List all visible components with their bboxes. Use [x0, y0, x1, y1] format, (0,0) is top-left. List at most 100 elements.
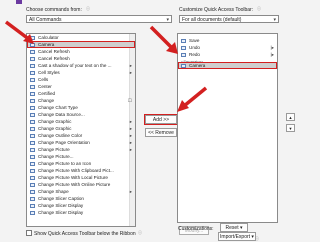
list-item[interactable]: Cast a shadow of your text on the ... ▸	[27, 62, 135, 69]
list-item-label: Cast a shadow of your text on the ...	[38, 63, 112, 68]
list-item[interactable]: Change Graphic ▸	[27, 125, 135, 132]
list-item[interactable]: Center	[27, 83, 135, 90]
list-item[interactable]: Cells	[27, 76, 135, 83]
list-item[interactable]: Change Picture to an Icon	[27, 160, 135, 167]
command-icon	[30, 168, 35, 173]
submenu-indicator-icon: ▸	[129, 189, 132, 194]
submenu-indicator-icon: ▸	[129, 63, 132, 68]
command-icon	[30, 133, 35, 138]
command-icon	[30, 147, 35, 152]
list-item[interactable]: Cell Styles ▸	[27, 69, 135, 76]
list-item[interactable]: Change Slicer Display	[27, 209, 135, 216]
command-icon	[30, 126, 35, 131]
list-item[interactable]: Change Slicer Caption	[27, 195, 135, 202]
info-icon: ⓘ	[257, 6, 261, 11]
command-icon	[30, 154, 35, 159]
list-item-label: Cancel Refresh	[38, 49, 70, 54]
list-item-label: Save	[189, 38, 200, 43]
red-arrow-left	[4, 20, 34, 44]
command-icon	[30, 84, 35, 89]
list-item[interactable]: Change Picture With Clipboard Pict...	[27, 167, 135, 174]
command-icon	[30, 77, 35, 82]
top-red-marker	[16, 0, 22, 4]
list-item-label: Change Slicer Caption	[38, 196, 84, 201]
list-item[interactable]: Camera	[178, 62, 277, 69]
list-item[interactable]: Change Outline Color ▸	[27, 132, 135, 139]
submenu-indicator-icon: ▸	[129, 140, 132, 145]
list-item-label: Change Picture With Local Picture	[38, 175, 108, 180]
list-item[interactable]: Certified	[27, 90, 135, 97]
command-icon	[30, 56, 35, 61]
submenu-indicator-icon: ☐	[127, 98, 132, 103]
chevron-down-icon: ▾	[273, 17, 276, 23]
list-item-label: Center	[38, 84, 52, 89]
command-icon	[30, 210, 35, 215]
submenu-indicator-icon: ▸	[129, 70, 132, 75]
list-item[interactable]: Cancel Refresh	[27, 55, 135, 62]
list-item[interactable]: Redo |▸	[178, 51, 277, 58]
list-item[interactable]: Change Graphic ▸	[27, 118, 135, 125]
add-button[interactable]: Add >>	[144, 114, 178, 125]
list-item-label: Change Picture	[38, 147, 70, 152]
list-item[interactable]: Change Slicer Display	[27, 202, 135, 209]
list-item-label: Change Picture to an Icon	[38, 161, 92, 166]
info-icon: ⓘ	[138, 230, 142, 235]
list-item-label: Change Slicer Display	[38, 210, 84, 215]
command-icon	[30, 70, 35, 75]
list-item-label: Change Graphic	[38, 126, 72, 131]
remove-button[interactable]: << Remove	[145, 128, 177, 137]
submenu-indicator-icon: ▸	[129, 126, 132, 131]
import-export-button[interactable]: Import/Export ▾	[218, 232, 256, 241]
list-item[interactable]: Cancel Refresh	[27, 48, 135, 55]
list-item[interactable]: Change ☐	[27, 97, 135, 104]
list-item-label: Certified	[38, 91, 56, 96]
command-icon	[30, 189, 35, 194]
list-item-label: Redo	[189, 52, 200, 57]
commands-list[interactable]: Calculator Camera Cancel Refresh Cancel Ref…	[26, 33, 136, 227]
list-item[interactable]: Undo |▸	[178, 44, 277, 51]
list-item[interactable]: Save	[178, 37, 277, 44]
command-icon	[30, 182, 35, 187]
command-icon	[30, 91, 35, 96]
list-item-label: Cells	[38, 77, 49, 82]
list-item-label: Change Graphic	[38, 119, 72, 124]
command-icon	[30, 112, 35, 117]
move-up-button[interactable]: ▲	[286, 113, 295, 121]
customize-toolbar-select[interactable]: For all documents (default) ▾	[179, 15, 279, 23]
command-icon	[30, 119, 35, 124]
list-item-label: Change Slicer Display	[38, 203, 84, 208]
list-item-label: Change Picture With Clipboard Pict...	[38, 168, 114, 173]
info-icon: ⓘ	[86, 6, 90, 11]
command-icon	[30, 175, 35, 180]
list-item[interactable]: Change Picture ▸	[27, 146, 135, 153]
command-icon	[30, 196, 35, 201]
show-below-ribbon-label: Show Quick Access Toolbar below the Ribb…	[34, 231, 136, 237]
submenu-indicator-icon: |▸	[270, 45, 275, 50]
choose-commands-select[interactable]: All Commands ▾	[26, 15, 172, 23]
list-item[interactable]: Change Shape ▸	[27, 188, 135, 195]
submenu-indicator-icon: ▸	[129, 119, 132, 124]
submenu-indicator-icon: ▸	[129, 133, 132, 138]
move-down-button[interactable]: ▼	[286, 124, 295, 132]
chevron-down-icon: ▾	[166, 17, 169, 23]
list-item-label: Change Picture With Online Picture	[38, 182, 111, 187]
list-item[interactable]: Change Picture With Local Picture	[27, 174, 135, 181]
red-arrow-middle	[177, 86, 208, 112]
quick-access-toolbar-list[interactable]: SaveUndo|▸Redo|▸<Separator>Camera	[177, 33, 278, 223]
command-icon	[30, 161, 35, 166]
command-icon	[30, 98, 35, 103]
list-item-label: Change	[38, 98, 55, 103]
list-item[interactable]: Change Data Source...	[27, 111, 135, 118]
command-icon	[181, 63, 186, 68]
submenu-indicator-icon: ▸	[129, 147, 132, 152]
reset-button[interactable]: Reset ▾	[220, 223, 248, 232]
command-icon	[30, 49, 35, 54]
show-below-ribbon-checkbox[interactable]	[26, 230, 32, 236]
command-icon	[30, 105, 35, 110]
list-item[interactable]: Change Picture With Online Picture	[27, 181, 135, 188]
list-item[interactable]: Change Picture...	[27, 153, 135, 160]
list-item-label: Change Picture...	[38, 154, 74, 159]
list-item-label: Change Chart Type	[38, 105, 78, 110]
list-item[interactable]: Change Chart Type	[27, 104, 135, 111]
list-item[interactable]: Change Page Orientation ▸	[27, 139, 135, 146]
